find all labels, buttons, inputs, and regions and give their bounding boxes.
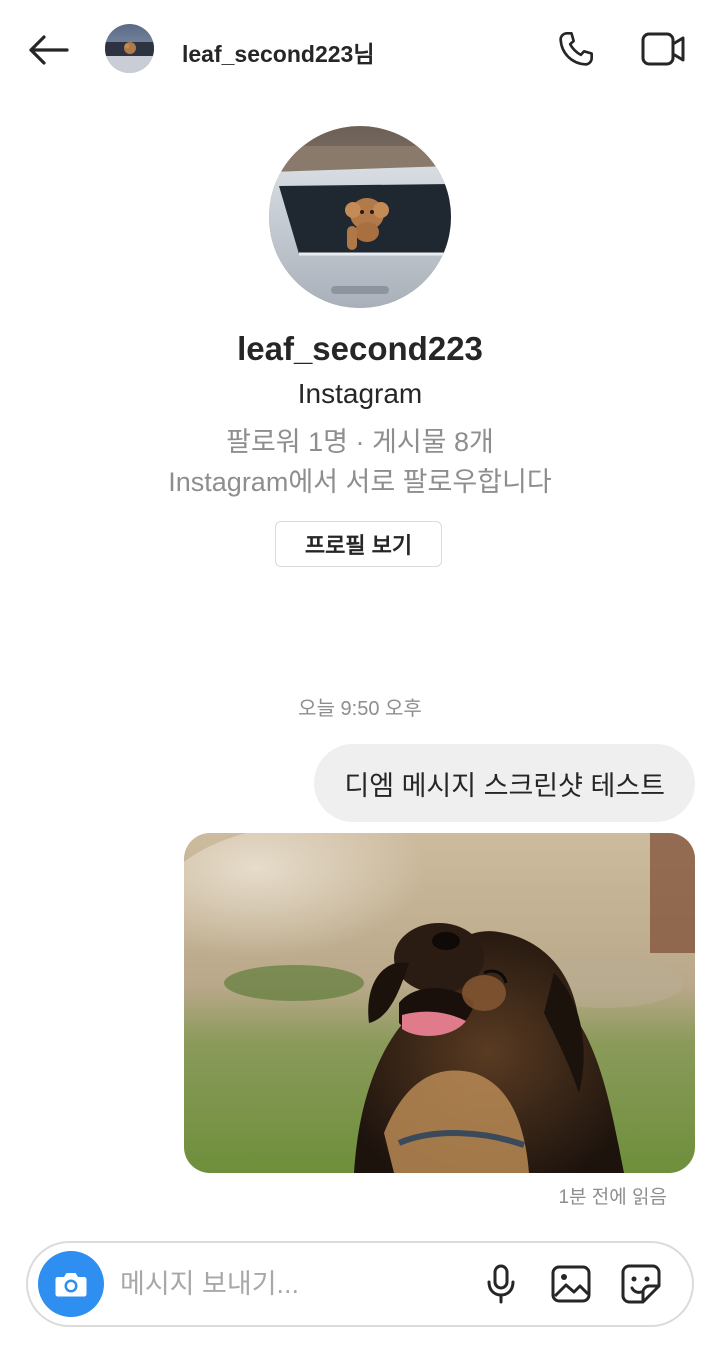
microphone-icon <box>487 1264 515 1304</box>
profile-avatar[interactable] <box>269 126 451 308</box>
sticker-button[interactable] <box>618 1261 664 1307</box>
profile-subtitle: Instagram <box>297 378 423 409</box>
message-composer <box>26 1241 694 1327</box>
header-avatar[interactable] <box>105 24 154 73</box>
back-button[interactable] <box>24 28 72 72</box>
camera-icon <box>55 1273 87 1297</box>
video-camera-icon <box>641 32 685 66</box>
photo-message[interactable] <box>184 833 695 1173</box>
message-timestamp: 오늘 9:50 오후 <box>298 698 422 720</box>
header-title[interactable]: leaf_second223님 <box>182 35 374 69</box>
phone-icon <box>559 32 593 66</box>
video-call-button[interactable] <box>638 26 688 72</box>
camera-button[interactable] <box>38 1251 104 1317</box>
gallery-icon <box>551 1265 591 1303</box>
voice-message-button[interactable] <box>478 1261 524 1307</box>
message-input[interactable] <box>120 1261 460 1307</box>
sticker-icon <box>621 1264 661 1304</box>
view-profile-button[interactable]: 프로필 보기 <box>275 521 442 567</box>
message-bubble-sent[interactable]: 디엠 메시지 스크린샷 테스트 <box>314 744 695 822</box>
arrow-left-icon <box>29 35 69 65</box>
profile-stats: 팔로워 1명 · 게시물 8개 <box>226 427 494 457</box>
dog-photo <box>184 833 695 1173</box>
gallery-button[interactable] <box>548 1261 594 1307</box>
profile-mutual-follow: Instagram에서 서로 팔로우합니다 <box>168 467 552 497</box>
profile-username: leaf_second223 <box>237 330 483 367</box>
voice-call-button[interactable] <box>553 26 599 72</box>
read-receipt: 1분 전에 읽음 <box>558 1187 667 1208</box>
chat-header: leaf_second223님 <box>0 0 720 100</box>
